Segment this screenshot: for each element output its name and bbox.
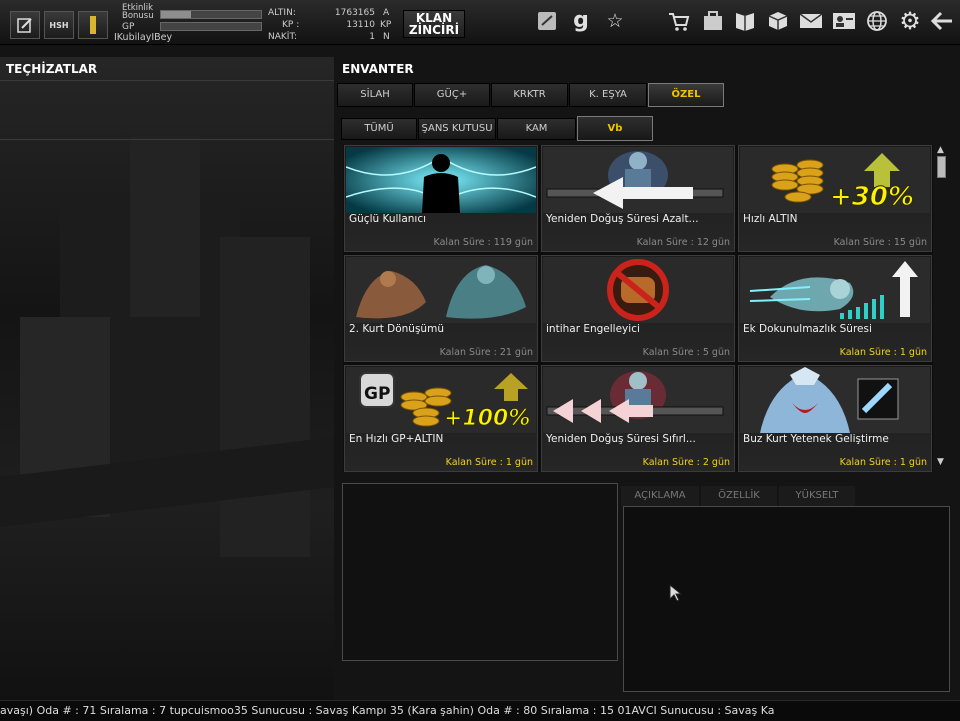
item-name: Güçlü Kullanıcı — [349, 213, 427, 225]
equipment-background — [0, 137, 334, 557]
equipment-title: TEÇHİZATLAR — [6, 62, 98, 76]
item-time: Kalan Süre : 2 gün — [642, 457, 730, 468]
username: IKubilayIBey — [114, 32, 173, 43]
divider — [0, 139, 334, 140]
item-card[interactable]: intihar Engelleyici Kalan Süre : 5 gün — [541, 255, 735, 362]
item-name: Yeniden Doğuş Süresi Azalt... — [546, 213, 699, 225]
tab-krktr[interactable]: KRKTR — [491, 83, 568, 107]
tab-ozel[interactable]: ÖZEL — [648, 83, 724, 107]
item-image-respawn-reduce — [543, 147, 733, 213]
item-image-respawn-reset — [543, 367, 733, 433]
hsh-badge-icon[interactable]: HSH — [44, 11, 74, 39]
star-icon[interactable]: ☆ — [602, 8, 628, 34]
kp-label: KP : — [282, 20, 300, 30]
item-card[interactable]: Buz Kurt Yetenek Geliştirme Kalan Süre :… — [738, 365, 932, 472]
item-time: Kalan Süre : 1 gün — [839, 457, 927, 468]
item-name: En Hızlı GP+ALTIN — [349, 433, 444, 445]
item-image-power-user — [346, 147, 536, 213]
back-arrow-icon[interactable] — [929, 8, 955, 34]
notes-icon[interactable] — [10, 11, 40, 39]
item-name: 2. Kurt Dönüşümü — [349, 323, 444, 335]
profile-card-icon[interactable] — [831, 8, 857, 34]
item-image-wolf-transform — [346, 257, 536, 323]
shield-book-icon[interactable] — [732, 8, 758, 34]
gp-label: GP — [122, 22, 135, 32]
event-bonus-bar — [160, 10, 262, 19]
item-name: Hızlı ALTIN — [743, 213, 798, 225]
tab-ozellik[interactable]: ÖZELLİK — [701, 486, 777, 506]
globe-icon[interactable] — [864, 8, 890, 34]
subtab-vb[interactable]: Vb — [577, 116, 653, 141]
tab-k-esya[interactable]: K. EŞYA — [569, 83, 647, 107]
item-time: Kalan Süre : 1 gün — [445, 457, 533, 468]
nakit-unit: N — [383, 32, 390, 42]
item-badge: +30% — [830, 182, 914, 212]
item-card[interactable]: +30% Hızlı ALTIN Kalan Süre : 15 gün — [738, 145, 932, 252]
item-name: Buz Kurt Yetenek Geliştirme — [743, 433, 889, 445]
item-image-suicide-block — [543, 257, 733, 323]
item-image-ice-wolf — [740, 367, 930, 433]
item-time: Kalan Süre : 15 gün — [833, 237, 927, 248]
item-time: Kalan Süre : 21 gün — [439, 347, 533, 358]
tab-yukselt[interactable]: YÜKSELT — [779, 486, 855, 506]
rank-icon — [78, 11, 108, 39]
klan-zinciri-button[interactable]: KLAN ZİNCİRİ — [403, 10, 465, 38]
inventory-title: ENVANTER — [342, 62, 414, 76]
nakit-value: 1 — [369, 32, 375, 42]
item-badge: +100% — [444, 406, 530, 431]
nakit-label: NAKİT: — [268, 32, 297, 42]
event-bonus-label: Etkinlik Bonusu — [122, 3, 154, 21]
item-time: Kalan Süre : 12 gün — [636, 237, 730, 248]
altin-unit: A — [383, 8, 390, 18]
item-card[interactable]: 2. Kurt Dönüşümü Kalan Süre : 21 gün — [344, 255, 538, 362]
mail-icon[interactable] — [798, 8, 824, 34]
item-time: Kalan Süre : 5 gün — [642, 347, 730, 358]
item-grid: Güçlü Kullanıcı Kalan Süre : 119 gün Yen… — [343, 145, 933, 472]
tab-aciklama[interactable]: AÇIKLAMA — [621, 486, 699, 506]
subtab-sans-kutusu[interactable]: ŞANS KUTUSU — [418, 118, 496, 140]
tab-silah[interactable]: SİLAH — [337, 83, 413, 107]
item-time: Kalan Süre : 119 gün — [433, 237, 533, 248]
item-card[interactable]: GP +100% En Hızlı GP+ALTIN Kalan Süre : … — [344, 365, 538, 472]
scroll-thumb[interactable] — [937, 156, 946, 178]
tab-guc[interactable]: GÜÇ+ — [414, 83, 490, 107]
gp-logo: GP — [364, 384, 390, 404]
scroll-up-icon[interactable]: ▲ — [937, 145, 944, 155]
gear-icon[interactable]: ⚙ — [897, 8, 923, 34]
altin-value: 1763165 — [334, 8, 375, 18]
item-image-invincibility — [740, 257, 930, 323]
klan-line2: ZİNCİRİ — [408, 23, 460, 37]
gp-bar — [160, 22, 262, 31]
mouse-cursor-icon — [669, 584, 683, 602]
equipment-panel — [0, 57, 334, 700]
item-card[interactable]: Yeniden Doğuş Süresi Azalt... Kalan Süre… — [541, 145, 735, 252]
item-name: Yeniden Doğuş Süresi Sıfırl... — [546, 433, 696, 445]
altin-label: ALTIN: — [268, 8, 296, 18]
top-bar: HSH Etkinlik Bonusu GP IKubilayIBey ALTI… — [0, 0, 960, 45]
item-name: intihar Engelleyici — [546, 323, 640, 335]
kp-unit: KP — [380, 20, 392, 30]
inventory-bag-icon[interactable] — [700, 8, 726, 34]
scroll-down-icon[interactable]: ▼ — [937, 457, 944, 467]
g-logo-icon[interactable]: g — [568, 8, 594, 34]
subtab-tumu[interactable]: TÜMÜ — [341, 118, 417, 140]
box-icon[interactable] — [765, 8, 791, 34]
divider — [0, 80, 334, 81]
item-image-fast-gold: +30% — [740, 147, 930, 213]
item-time: Kalan Süre : 1 gün — [839, 347, 927, 358]
item-image-gp-gold: GP +100% — [346, 367, 536, 433]
server-ticker: avaşı) Oda # : 71 Sıralama : 7 tupcuismo… — [0, 700, 960, 721]
chat-icon[interactable] — [534, 8, 560, 34]
kp-value: 13110 — [346, 20, 375, 30]
item-card[interactable]: Ek Dokunulmazlık Süresi Kalan Süre : 1 g… — [738, 255, 932, 362]
item-card[interactable]: Yeniden Doğuş Süresi Sıfırl... Kalan Sür… — [541, 365, 735, 472]
item-preview-panel — [342, 483, 618, 661]
item-card[interactable]: Güçlü Kullanıcı Kalan Süre : 119 gün — [344, 145, 538, 252]
item-name: Ek Dokunulmazlık Süresi — [743, 323, 872, 335]
cart-icon[interactable] — [666, 8, 692, 34]
subtab-kam[interactable]: KAM — [497, 118, 576, 140]
item-scrollbar[interactable]: ▲ ▼ — [935, 145, 949, 471]
